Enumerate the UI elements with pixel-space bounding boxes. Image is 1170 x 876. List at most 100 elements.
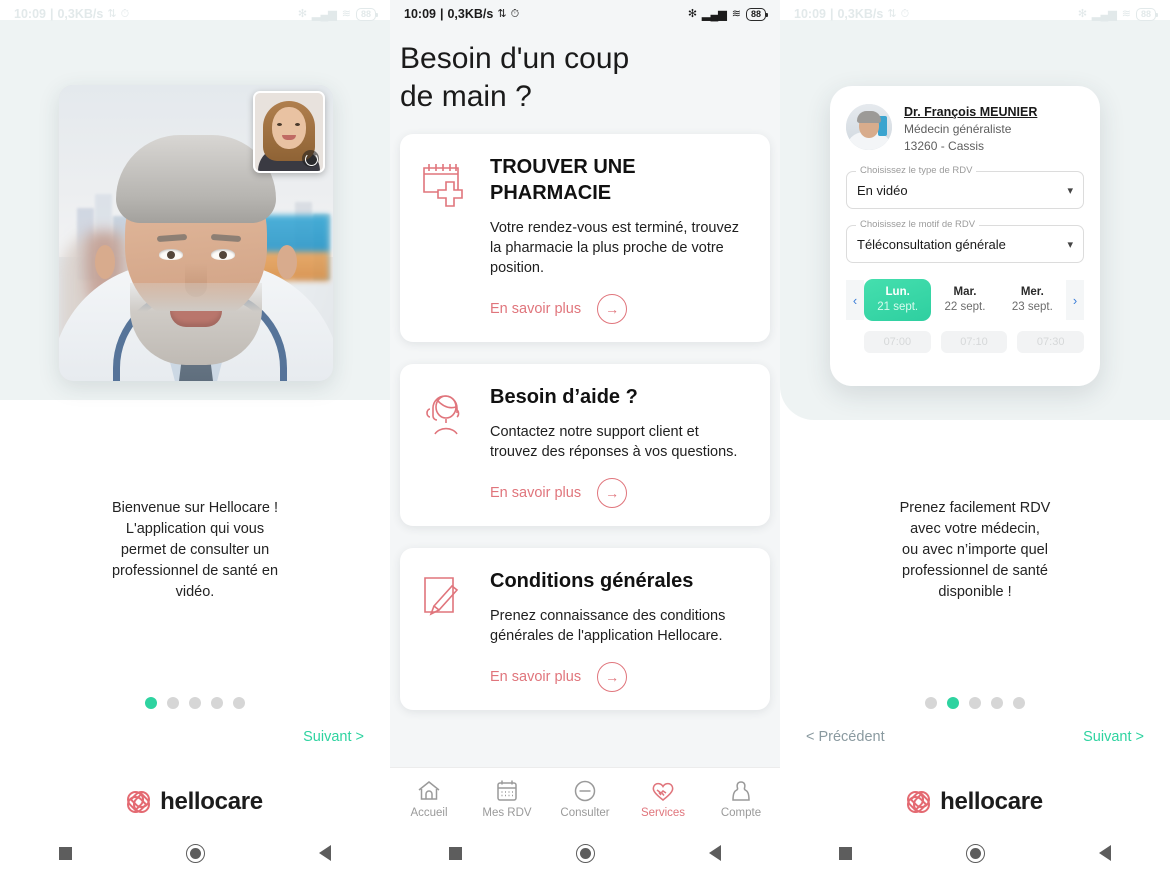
home-circle-icon[interactable] <box>160 830 230 876</box>
time-slot[interactable]: 07:00 <box>864 331 931 353</box>
caption-line: permet de consulter un <box>120 542 270 558</box>
chevron-down-icon[interactable]: ▾ <box>1067 238 1073 251</box>
nav-item-compte[interactable]: Compte <box>706 779 776 819</box>
wifi-icon: ≋ <box>341 7 351 20</box>
bluetooth-icon: ✻ <box>687 7 698 20</box>
pagination-dot[interactable] <box>233 697 245 709</box>
home-icon <box>418 781 440 800</box>
battery-badge: 88 <box>355 7 379 21</box>
nav-item-services[interactable]: Services <box>628 779 698 819</box>
bluetooth-icon: ✻ <box>1077 7 1088 20</box>
screenshot-stage: 10:09 | 0,3KB/s ⇅ ⏱ ✻ ▂▄▆ ≋ 88 Bienvenue… <box>0 0 1170 876</box>
cta-label: En savoir plus <box>490 669 582 685</box>
chevron-down-icon[interactable]: ▾ <box>1067 184 1073 197</box>
doctor-pupil-left <box>167 251 175 259</box>
next-button-2[interactable]: Suivant > <box>1083 729 1144 745</box>
back-triangle-icon[interactable] <box>1070 830 1140 876</box>
consult-icon <box>574 780 596 802</box>
card-body: Conditions générales Prenez connaissance… <box>490 568 750 692</box>
pagination-dot[interactable] <box>947 697 959 709</box>
self-view-thumbnail[interactable] <box>253 91 325 173</box>
select-type-rdv[interactable]: Choisissez le type de RDV En vidéo ▾ <box>846 165 1084 209</box>
select-type-rdv-value: En vidéo <box>857 182 908 198</box>
alarm-icon: ⏱ <box>120 7 130 20</box>
arrow-right-icon[interactable]: → <box>597 478 628 508</box>
pagination-dot[interactable] <box>211 697 223 709</box>
sync-off-icon: ⇅ <box>497 7 507 20</box>
select-type-rdv-legend: Choisissez le type de RDV <box>856 165 977 176</box>
home-circle-icon[interactable] <box>550 830 620 876</box>
android-nav-bar-2 <box>390 830 780 876</box>
handshake-heart-icon <box>652 782 674 801</box>
card-text: Prenez connaissance des conditions génér… <box>490 608 726 644</box>
appointment-booking-mockup: Dr. François MEUNIER Médecin généraliste… <box>830 86 1100 386</box>
pagination-dot[interactable] <box>969 697 981 709</box>
status-time: 10:09 <box>14 7 46 21</box>
status-separator: | <box>829 7 834 21</box>
card-conditions-generales[interactable]: Conditions générales Prenez connaissance… <box>400 548 770 710</box>
card-trouver-pharmacie[interactable]: TROUVER UNE PHARMACIE Votre rendez-vous … <box>400 134 770 342</box>
card-cta[interactable]: En savoir plus → <box>490 478 750 508</box>
support-headset-icon <box>420 384 476 508</box>
time-slot[interactable]: 07:30 <box>1017 331 1085 353</box>
pagination-dot[interactable] <box>1013 697 1025 709</box>
recents-square-icon[interactable] <box>810 830 880 876</box>
date-option-selected[interactable]: Lun. 21 sept. <box>864 279 932 321</box>
alarm-icon: ⏱ <box>900 7 910 20</box>
caption-line: Prenez facilement RDV <box>899 500 1051 516</box>
signal-icon: ▂▄▆ <box>702 8 727 21</box>
back-triangle-icon[interactable] <box>290 830 360 876</box>
signal-icon: ▂▄▆ <box>312 8 337 21</box>
mockup-content: Dr. François MEUNIER Médecin généraliste… <box>846 104 1085 386</box>
time-slot[interactable]: 07:10 <box>940 331 1008 353</box>
pagination-dot[interactable] <box>925 697 937 709</box>
nav-label: Consulter <box>560 807 610 819</box>
card-cta[interactable]: En savoir plus → <box>490 294 750 324</box>
document-pen-icon <box>420 568 476 692</box>
card-body: TROUVER UNE PHARMACIE Votre rendez-vous … <box>490 154 750 324</box>
pagination-dot[interactable] <box>167 697 179 709</box>
nav-label: Accueil <box>410 807 448 819</box>
time-slot-list: 07:00 07:10 07:30 <box>846 331 1085 353</box>
status-bar-left-group: 10:09 | 0,3KB/s ⇅ ⏱ <box>794 7 909 21</box>
recents-square-icon[interactable] <box>420 830 490 876</box>
self-view-eye-left <box>277 123 282 126</box>
previous-button-2[interactable]: < Précédent <box>806 729 885 745</box>
card-cta[interactable]: En savoir plus → <box>490 662 750 692</box>
next-button-1[interactable]: Suivant > <box>303 729 364 745</box>
status-bar-right-group: ✻ ▂▄▆ ≋ 88 <box>1077 7 1159 21</box>
select-motif-rdv[interactable]: Choisissez le motif de RDV Téléconsultat… <box>846 219 1084 263</box>
brand-name: hellocare <box>940 788 1043 815</box>
arrow-right-icon[interactable]: → <box>597 294 628 324</box>
date-option[interactable]: Mer. 23 sept. <box>999 279 1066 321</box>
doctor-name[interactable]: Dr. François MEUNIER <box>904 104 1037 121</box>
onboarding-caption-2: Prenez facilement RDV avec votre médecin… <box>780 498 1170 603</box>
card-besoin-aide[interactable]: Besoin d’aide ? Contactez notre support … <box>400 364 770 526</box>
date-day: Mar. <box>953 286 977 298</box>
pagination-dot[interactable] <box>991 697 1003 709</box>
doctor-ear-left <box>95 245 115 279</box>
home-circle-icon[interactable] <box>940 830 1010 876</box>
switch-camera-icon[interactable] <box>302 150 319 167</box>
chevron-right-icon[interactable]: › <box>1065 280 1084 320</box>
chevron-left-icon[interactable]: ‹ <box>846 280 864 320</box>
status-bar-mid: 10:09 | 0,3KB/s ⇅ ⏱ ✻ ▂▄▆ ≋ 88 <box>390 0 780 28</box>
pagination-dot[interactable] <box>145 697 157 709</box>
card-text: Votre rendez-vous est terminé, trouvez l… <box>490 220 740 276</box>
arrow-right-icon[interactable]: → <box>597 662 628 692</box>
doctor-pupil-right <box>219 251 227 259</box>
caption-line: ou avec n’importe quel <box>902 542 1048 558</box>
caption-line: Bienvenue sur Hellocare ! <box>111 500 279 516</box>
status-bar-right-group: ✻ ▂▄▆ ≋ 88 <box>687 7 769 21</box>
date-option[interactable]: Mar. 22 sept. <box>931 279 998 321</box>
card-text: Contactez notre support client et trouve… <box>490 424 738 460</box>
brand-logo-2: hellocare <box>780 787 1170 817</box>
nav-item-accueil[interactable]: Accueil <box>394 779 464 819</box>
nav-item-mes-rdv[interactable]: Mes RDV <box>472 779 542 819</box>
pagination-dot[interactable] <box>189 697 201 709</box>
back-triangle-icon[interactable] <box>680 830 750 876</box>
recents-square-icon[interactable] <box>30 830 100 876</box>
calendar-icon <box>497 780 517 801</box>
card-body: Besoin d’aide ? Contactez notre support … <box>490 384 750 508</box>
nav-item-consulter[interactable]: Consulter <box>550 779 620 819</box>
